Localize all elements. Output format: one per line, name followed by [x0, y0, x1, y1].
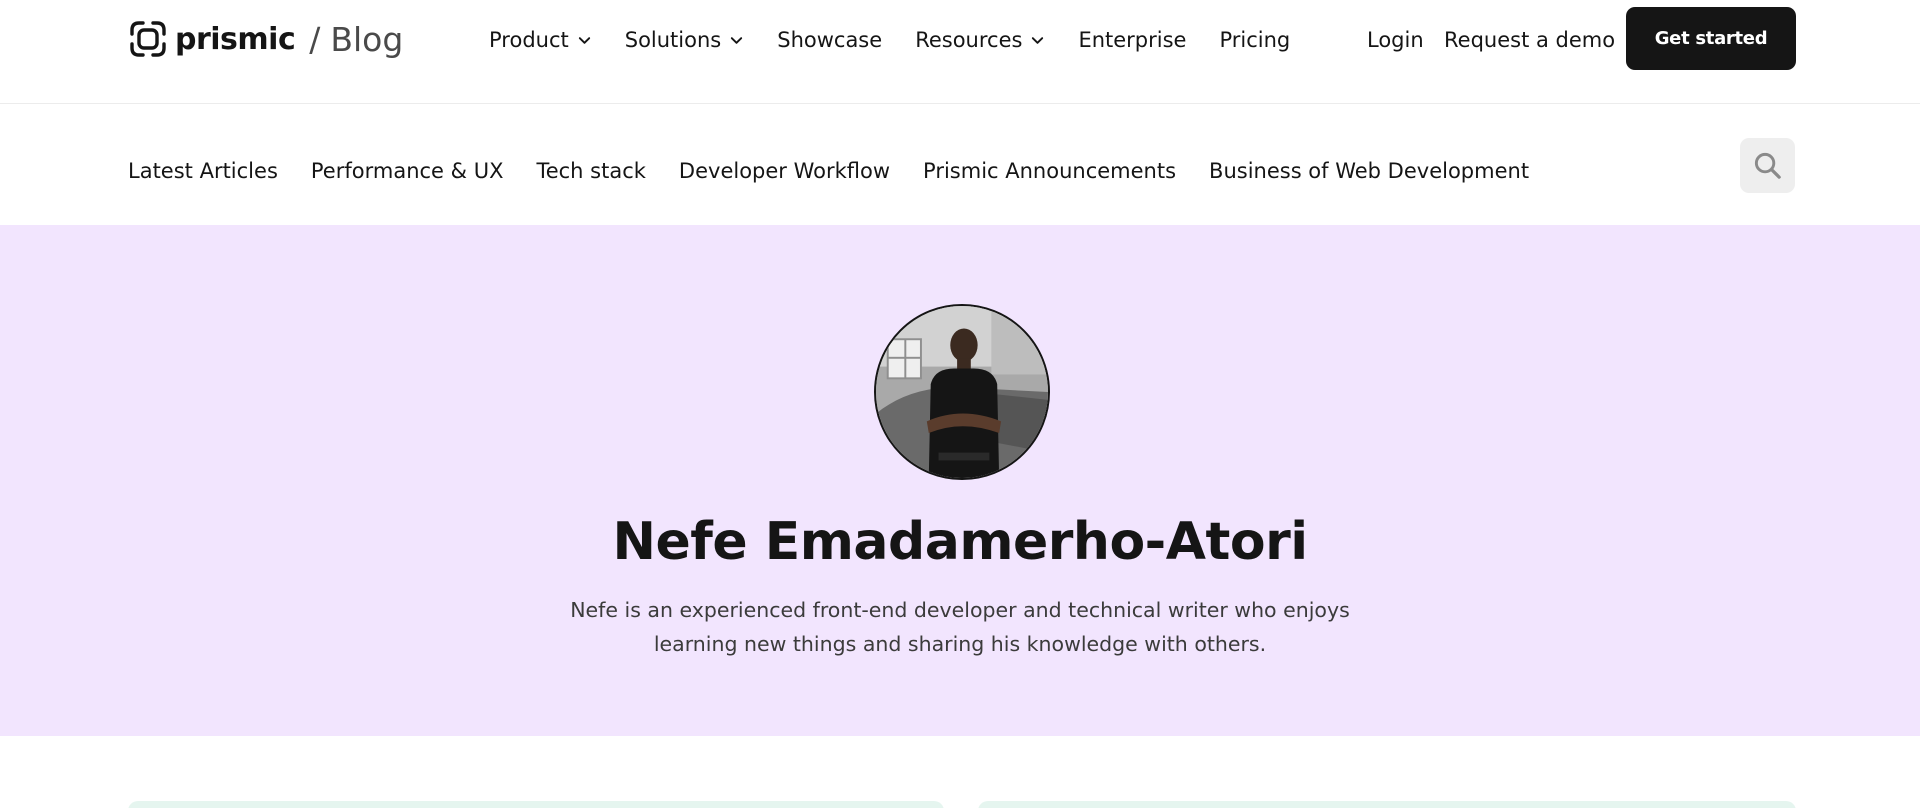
nav-item-resources[interactable]: Resources: [915, 28, 1045, 52]
search-icon: [1754, 152, 1781, 179]
brand-name: prismic: [175, 21, 296, 57]
category-bar: Latest Articles Performance & UX Tech st…: [0, 105, 1920, 225]
category-list: Latest Articles Performance & UX Tech st…: [128, 149, 1529, 193]
nav-item-label: Solutions: [624, 28, 722, 52]
brand-logo-link[interactable]: prismic / Blog: [128, 18, 403, 60]
nav-item-product[interactable]: Product: [489, 28, 592, 52]
author-photo: [876, 306, 1048, 478]
nav-item-label: Showcase: [777, 28, 883, 52]
author-avatar: [874, 304, 1050, 480]
brand-section: Blog: [330, 19, 404, 59]
nav-item-solutions[interactable]: Solutions: [625, 28, 745, 52]
nav-item-label: Resources: [915, 28, 1023, 52]
nav-item-enterprise[interactable]: Enterprise: [1078, 28, 1186, 52]
main-nav: Product Solutions Showcase Resources Ent…: [489, 23, 1290, 57]
chevron-down-icon: [731, 36, 743, 44]
author-bio: Nefe is an experienced front-end develop…: [570, 598, 1350, 656]
get-started-button[interactable]: Get started: [1626, 7, 1796, 70]
brand-separator: /: [309, 19, 321, 59]
nav-item-pricing[interactable]: Pricing: [1219, 28, 1290, 52]
prismic-logo-icon: [130, 21, 166, 57]
nav-item-label: Pricing: [1219, 28, 1291, 52]
nav-item-label: Enterprise: [1078, 28, 1187, 52]
login-link[interactable]: Login: [1367, 23, 1424, 57]
nav-item-showcase[interactable]: Showcase: [777, 28, 882, 52]
category-latest-articles[interactable]: Latest Articles: [128, 159, 278, 183]
request-demo-link[interactable]: Request a demo: [1444, 23, 1615, 57]
top-navigation: prismic / Blog Product Solutions Showcas…: [0, 0, 1920, 104]
category-business-web-development[interactable]: Business of Web Development: [1209, 159, 1529, 183]
author-hero: Nefe Emadamerho-Atori Nefe is an experie…: [0, 225, 1920, 736]
category-prismic-announcements[interactable]: Prismic Announcements: [923, 159, 1176, 183]
category-tech-stack[interactable]: Tech stack: [536, 159, 645, 183]
article-card[interactable]: [128, 801, 944, 808]
chevron-down-icon: [578, 36, 590, 44]
nav-item-label: Product: [489, 28, 569, 52]
category-performance-ux[interactable]: Performance & UX: [311, 159, 504, 183]
chevron-down-icon: [1032, 36, 1044, 44]
search-button[interactable]: [1740, 138, 1795, 193]
article-card[interactable]: [978, 801, 1796, 808]
author-name: Nefe Emadamerho-Atori: [612, 512, 1308, 572]
category-developer-workflow[interactable]: Developer Workflow: [679, 159, 890, 183]
